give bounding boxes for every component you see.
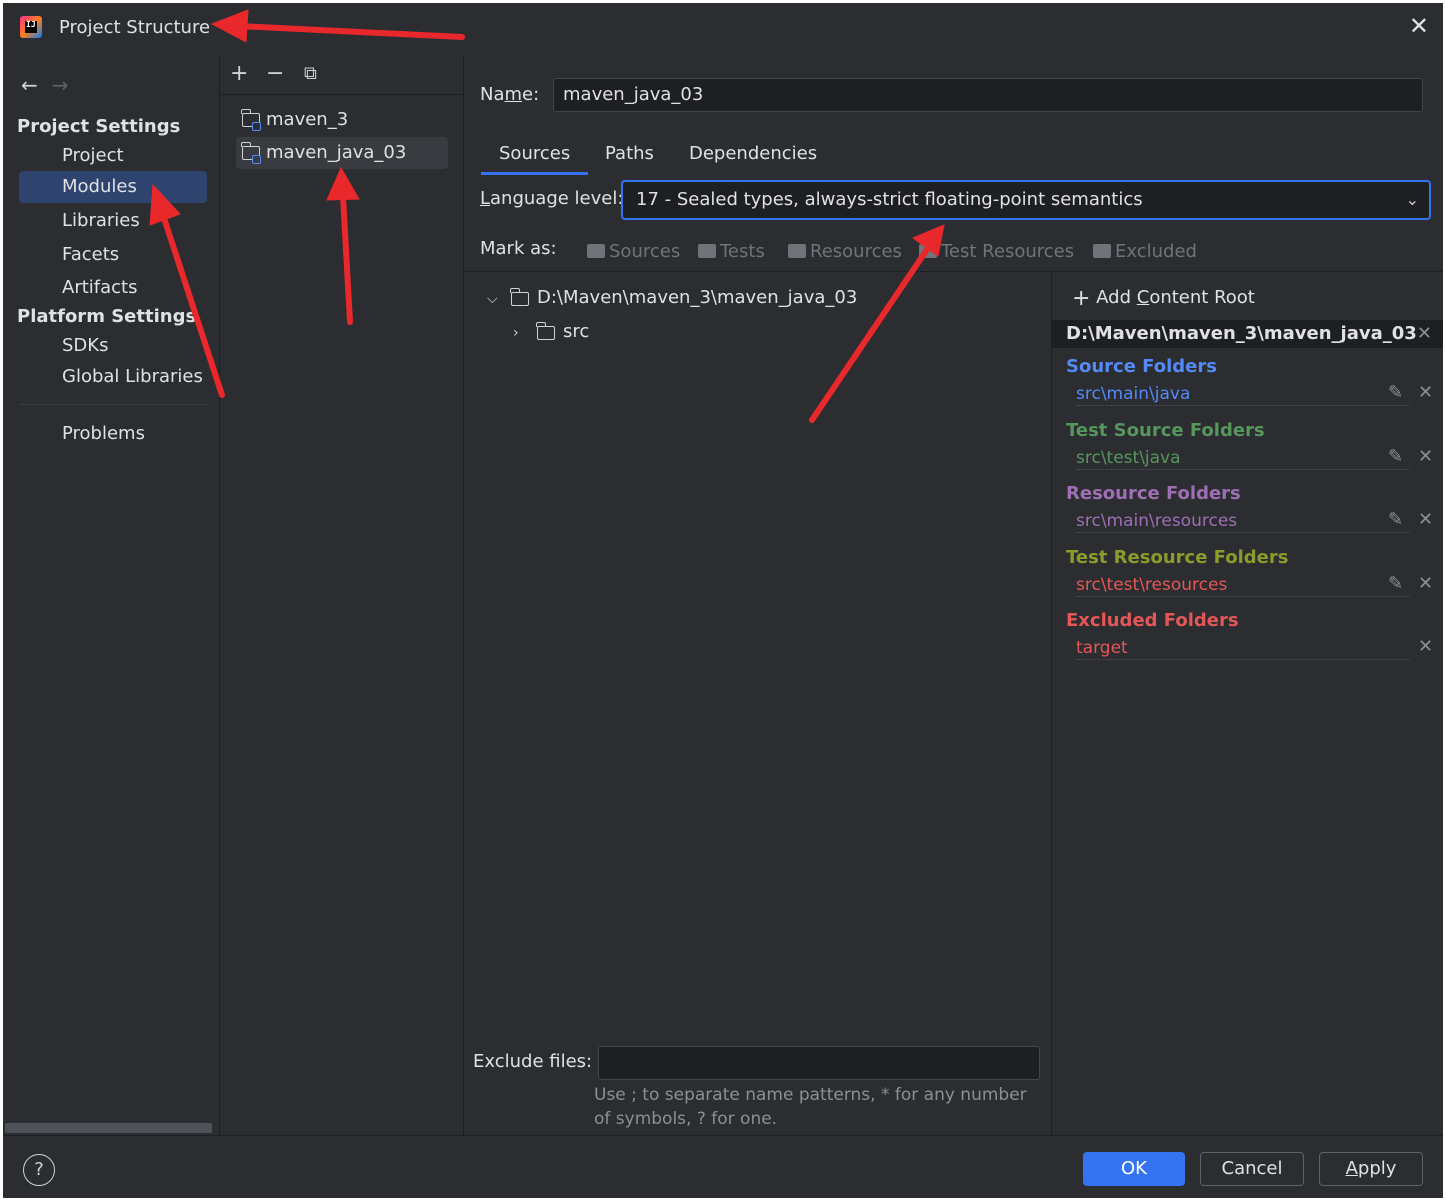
modules-list-panel: + − ⧉ maven_3 maven_java_03 — [219, 55, 465, 1135]
title-bar: IJ Project Structure ✕ — [3, 3, 1443, 55]
sidebar-item-problems[interactable]: Problems — [19, 418, 207, 450]
resources-folder-icon — [788, 244, 806, 258]
remove-folder-icon[interactable]: ✕ — [1418, 446, 1433, 467]
test-resource-folder-item[interactable]: src\test\resources — [1076, 573, 1410, 597]
excluded-folders-title: Excluded Folders — [1066, 610, 1239, 631]
edit-pencil-icon[interactable]: ✎ — [1388, 573, 1403, 594]
remove-module-icon[interactable]: − — [266, 63, 284, 85]
close-icon[interactable]: ✕ — [1409, 14, 1429, 38]
name-label: Name: — [480, 84, 540, 105]
module-name-field[interactable]: maven_java_03 — [553, 78, 1423, 112]
platform-settings-heading: Platform Settings — [17, 306, 197, 327]
edit-pencil-icon[interactable]: ✎ — [1388, 509, 1403, 530]
modules-toolbar: + − ⧉ — [220, 55, 465, 95]
sidebar-item-modules[interactable]: Modules — [19, 171, 207, 203]
settings-sidebar: ← → Project Settings Project Modules Libr… — [3, 55, 218, 1135]
chevron-right-icon[interactable]: › — [513, 321, 535, 345]
exclude-files-input[interactable] — [598, 1046, 1040, 1080]
mark-excluded-button[interactable]: Excluded — [1093, 241, 1197, 262]
folder-icon — [536, 322, 555, 340]
project-structure-dialog: IJ Project Structure ✕ ← → Project Settin… — [3, 3, 1443, 1198]
dialog-footer: ? OK Cancel Apply — [3, 1135, 1443, 1198]
language-level-value: 17 - Sealed types, always-strict floatin… — [636, 189, 1143, 210]
sidebar-divider — [19, 404, 207, 405]
content-root-path[interactable]: D:\Maven\maven_3\maven_java_03 ✕ — [1052, 320, 1443, 348]
help-icon[interactable]: ? — [23, 1154, 55, 1186]
excluded-folder-item[interactable]: target — [1076, 636, 1410, 660]
test-source-folder-item[interactable]: src\test\java — [1076, 446, 1410, 470]
plus-icon: + — [1072, 286, 1091, 311]
module-label: maven_java_03 — [266, 142, 407, 163]
edit-pencil-icon[interactable]: ✎ — [1388, 446, 1403, 467]
remove-folder-icon[interactable]: ✕ — [1418, 636, 1433, 657]
copy-module-icon[interactable]: ⧉ — [304, 65, 317, 83]
remove-folder-icon[interactable]: ✕ — [1418, 573, 1433, 594]
sidebar-item-libraries[interactable]: Libraries — [19, 205, 207, 237]
apply-button[interactable]: Apply — [1319, 1152, 1423, 1186]
tab-sources[interactable]: Sources — [481, 141, 589, 175]
mark-as-label: Mark as: — [480, 238, 557, 259]
tree-row-root[interactable]: ⌵ D:\Maven\maven_3\maven_java_03 — [487, 286, 857, 310]
resource-folder-item[interactable]: src\main\resources — [1076, 509, 1410, 533]
ok-button[interactable]: OK — [1083, 1152, 1185, 1186]
remove-folder-icon[interactable]: ✕ — [1418, 382, 1433, 403]
sidebar-item-sdks[interactable]: SDKs — [19, 330, 207, 362]
forward-arrow-icon[interactable]: → — [52, 73, 69, 97]
dialog-title: Project Structure — [59, 17, 211, 38]
excluded-folder-icon — [1093, 244, 1111, 258]
folder-icon — [510, 288, 529, 306]
test-resources-folder-icon — [919, 244, 937, 258]
tab-paths[interactable]: Paths — [587, 141, 672, 175]
add-content-root-button[interactable]: + Add Content Root — [1072, 286, 1255, 311]
source-folders-title: Source Folders — [1066, 356, 1217, 377]
project-settings-heading: Project Settings — [17, 116, 181, 137]
sidebar-item-project[interactable]: Project — [19, 140, 207, 172]
content-roots-panel: + Add Content Root D:\Maven\maven_3\mave… — [1051, 271, 1443, 1135]
sidebar-item-facets[interactable]: Facets — [19, 239, 207, 271]
tree-row-src[interactable]: › src — [513, 320, 589, 344]
remove-root-icon[interactable]: ✕ — [1417, 320, 1432, 348]
sidebar-scrollbar[interactable] — [5, 1123, 212, 1133]
language-level-label: Language level: — [480, 188, 624, 209]
sidebar-item-global-libraries[interactable]: Global Libraries — [19, 361, 207, 393]
history-nav: ← → — [21, 73, 69, 97]
mark-resources-button[interactable]: Resources — [788, 241, 902, 262]
sources-folder-icon — [587, 244, 605, 258]
module-label: maven_3 — [266, 109, 349, 130]
remove-folder-icon[interactable]: ✕ — [1418, 509, 1433, 530]
exclude-files-hint: Use ; to separate name patterns, * for a… — [594, 1085, 1027, 1129]
chevron-down-icon[interactable]: ⌵ — [487, 287, 509, 311]
tests-folder-icon — [698, 244, 716, 258]
edit-pencil-icon[interactable]: ✎ — [1388, 382, 1403, 403]
cancel-button[interactable]: Cancel — [1200, 1152, 1304, 1186]
test-resource-folders-title: Test Resource Folders — [1066, 547, 1289, 568]
resource-folders-title: Resource Folders — [1066, 483, 1241, 504]
content-tree: ⌵ D:\Maven\maven_3\maven_java_03 › src — [465, 271, 1051, 1135]
mark-tests-button[interactable]: Tests — [698, 241, 765, 262]
back-arrow-icon[interactable]: ← — [21, 73, 38, 97]
mark-sources-button[interactable]: Sources — [587, 241, 680, 262]
mark-test-resources-button[interactable]: Test Resources — [919, 241, 1074, 262]
sidebar-item-artifacts[interactable]: Artifacts — [19, 272, 207, 304]
source-folder-item[interactable]: src\main\java — [1076, 382, 1410, 406]
test-source-folders-title: Test Source Folders — [1066, 420, 1265, 441]
module-item-maven-3[interactable]: maven_3 — [236, 104, 448, 136]
chevron-down-icon: ⌄ — [1405, 190, 1419, 209]
exclude-files-label: Exclude files: — [473, 1051, 593, 1072]
module-badge-icon — [252, 122, 261, 131]
add-module-icon[interactable]: + — [230, 63, 248, 85]
module-item-maven-java-03[interactable]: maven_java_03 — [236, 137, 448, 169]
module-badge-icon — [252, 155, 261, 164]
intellij-logo-icon: IJ — [20, 16, 42, 38]
language-level-dropdown[interactable]: 17 - Sealed types, always-strict floatin… — [621, 180, 1431, 220]
tab-dependencies[interactable]: Dependencies — [671, 141, 835, 175]
module-settings: Name: maven_java_03 Sources Paths Depend… — [465, 55, 1443, 1135]
